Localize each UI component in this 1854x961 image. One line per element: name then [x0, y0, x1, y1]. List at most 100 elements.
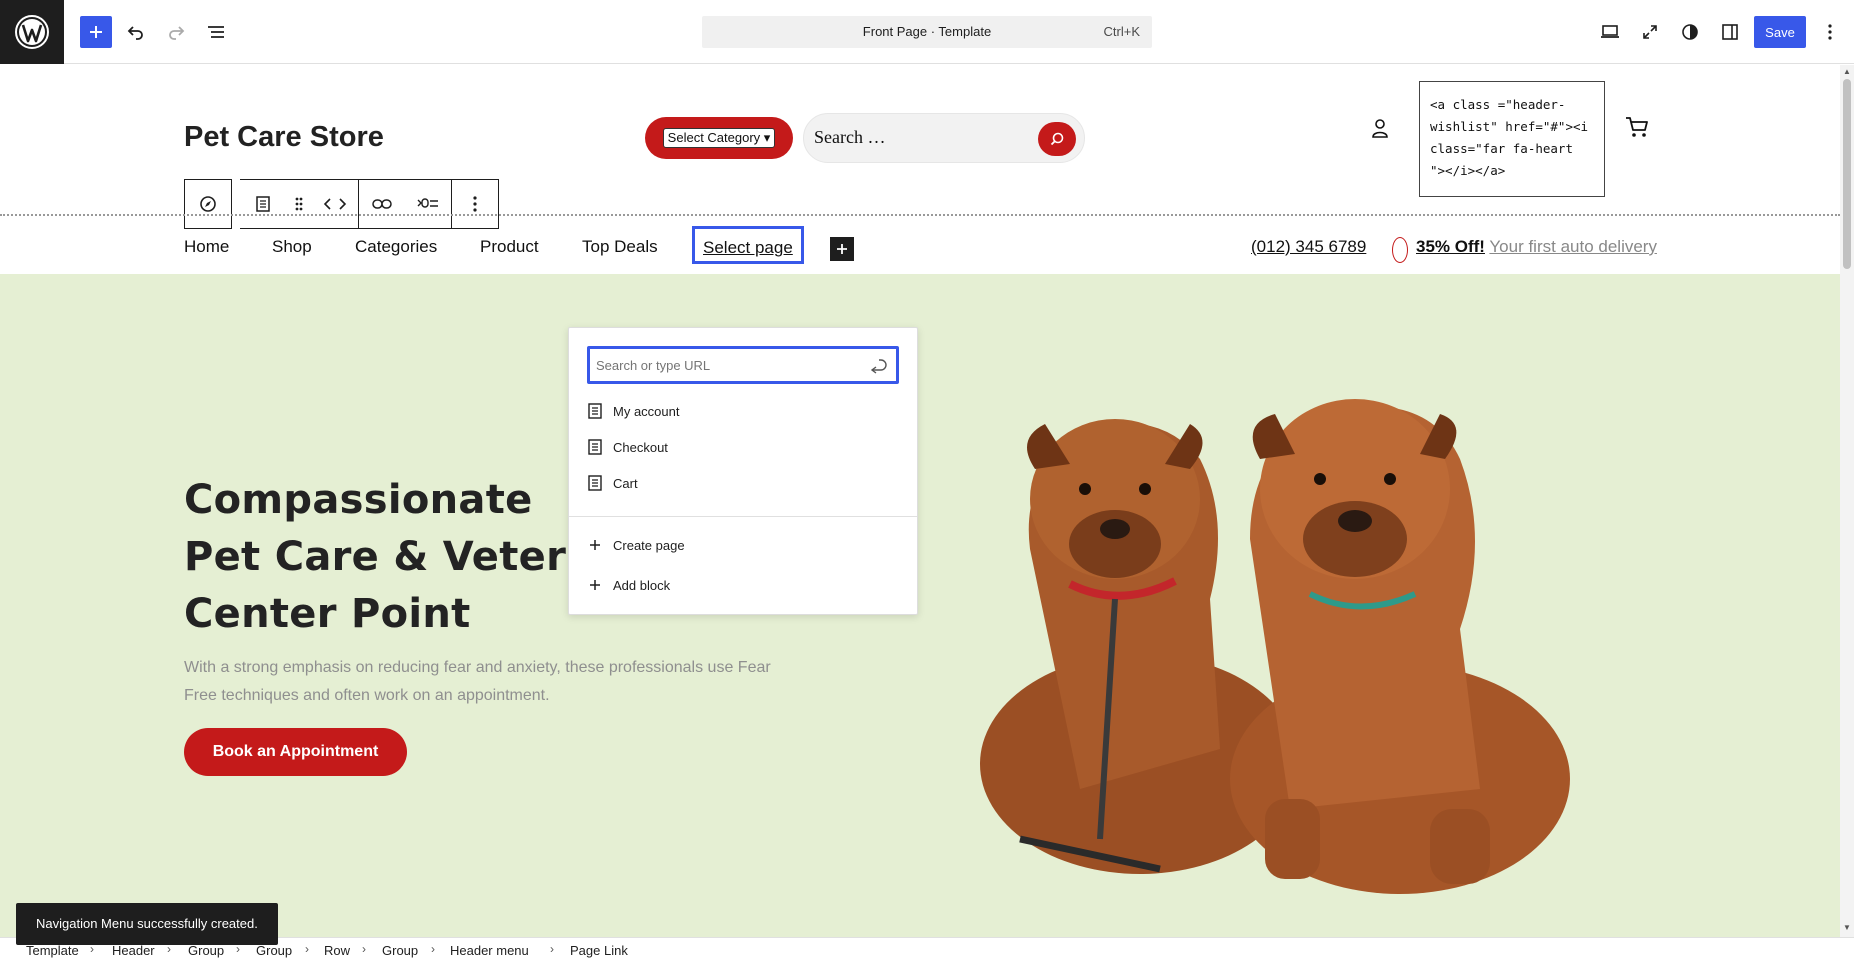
- drag-handle[interactable]: [286, 180, 312, 228]
- block-options-button[interactable]: [452, 180, 498, 228]
- header-boundary-line: [0, 214, 1840, 216]
- breadcrumb-item[interactable]: Row: [324, 943, 350, 958]
- breadcrumb-item[interactable]: Header: [112, 943, 155, 958]
- expand-icon: [1643, 25, 1657, 39]
- search-placeholder: Search …: [814, 127, 886, 147]
- scroll-down-icon[interactable]: ▼: [1842, 923, 1852, 933]
- selected-page-link-label: Select page: [703, 238, 793, 257]
- options-menu-button[interactable]: [1812, 14, 1848, 50]
- block-toolbar-parent-group: [184, 179, 232, 229]
- plus-icon: [90, 26, 102, 38]
- add-block-action-button[interactable]: Add block: [587, 574, 670, 596]
- undo-button[interactable]: [118, 14, 154, 50]
- snackbar-notice[interactable]: Navigation Menu successfully created.: [16, 903, 278, 945]
- move-left-right-button[interactable]: [312, 180, 358, 228]
- dogs-image[interactable]: [960, 369, 1600, 894]
- editor-top-bar: Front Page · Template Ctrl+K Save: [0, 0, 1854, 64]
- scroll-up-icon[interactable]: ▲: [1842, 67, 1852, 77]
- contrast-icon: [1682, 24, 1698, 40]
- url-input[interactable]: [596, 355, 856, 375]
- url-search-field[interactable]: [587, 346, 899, 384]
- link-button[interactable]: [359, 180, 405, 228]
- chevron-right-icon: ›: [362, 942, 366, 956]
- search-icon: [1050, 132, 1064, 146]
- editor-canvas: Pet Care Store Select Category ▾ Search …: [0, 65, 1840, 937]
- page-icon: [587, 403, 603, 419]
- link-control-popover: My account Checkout Cart Create page Add…: [568, 327, 918, 615]
- breadcrumb-item[interactable]: Header menu: [450, 943, 529, 958]
- create-page-button[interactable]: Create page: [587, 534, 685, 556]
- command-palette-bar[interactable]: Front Page · Template Ctrl+K: [702, 16, 1152, 48]
- product-search-field[interactable]: Search …: [803, 113, 1085, 163]
- link-icon: [372, 199, 392, 209]
- hero-description[interactable]: With a strong emphasis on reducing fear …: [184, 654, 784, 710]
- search-button[interactable]: [1038, 122, 1076, 156]
- drag-icon: [295, 197, 303, 211]
- suggestion-label: Checkout: [613, 439, 668, 455]
- chevron-right-icon: ›: [305, 942, 309, 956]
- save-button[interactable]: Save: [1754, 16, 1806, 48]
- nav-item-home[interactable]: Home: [184, 237, 229, 257]
- more-vertical-icon: [1828, 24, 1832, 40]
- scroll-thumb[interactable]: [1843, 79, 1851, 269]
- account-link[interactable]: [1370, 117, 1390, 144]
- suggestion-label: My account: [613, 403, 680, 419]
- deal-badge-icon: [1392, 237, 1408, 263]
- block-toolbar-main-group: [240, 179, 359, 229]
- page-link-block-button[interactable]: [240, 180, 286, 228]
- settings-sidebar-button[interactable]: [1712, 14, 1748, 50]
- suggestion-label: Cart: [613, 475, 638, 491]
- suggestion-checkout[interactable]: Checkout: [587, 436, 668, 458]
- phone-link[interactable]: (012) 345 6789: [1251, 237, 1366, 257]
- nav-item-shop[interactable]: Shop: [272, 237, 312, 257]
- page-icon: [587, 475, 603, 491]
- chevron-right-icon: ›: [550, 942, 554, 956]
- navigation-block-button[interactable]: [185, 180, 231, 228]
- hero-section: Compassionate Pet Care & Veterinary Cent…: [0, 274, 1840, 937]
- canvas-scrollbar[interactable]: ▲ ▼: [1840, 65, 1854, 937]
- submenu-icon: [417, 198, 438, 208]
- selected-page-link[interactable]: Select page: [692, 226, 804, 264]
- document-title: Front Page · Template: [862, 24, 992, 39]
- nav-item-top-deals[interactable]: Top Deals: [582, 237, 658, 257]
- breadcrumb-item[interactable]: Template: [26, 943, 79, 958]
- deal-highlight[interactable]: 35% Off!: [1416, 237, 1485, 256]
- more-vertical-icon: [473, 196, 477, 212]
- breadcrumb-item[interactable]: Group: [256, 943, 292, 958]
- nav-item-categories[interactable]: Categories: [355, 237, 437, 257]
- add-submenu-button[interactable]: [405, 180, 451, 228]
- book-appointment-button[interactable]: Book an Appointment: [184, 728, 407, 776]
- desktop-icon: [1601, 25, 1619, 38]
- chevron-right-icon: ›: [431, 942, 435, 956]
- breadcrumb-item[interactable]: Group: [188, 943, 224, 958]
- redo-button[interactable]: [158, 14, 194, 50]
- site-title[interactable]: Pet Care Store: [184, 121, 384, 154]
- custom-html-block[interactable]: <a class ="header-wishlist" href="#"><i …: [1419, 81, 1605, 197]
- undo-icon: [127, 26, 143, 40]
- block-toolbar-link-group: [359, 179, 452, 229]
- plus-icon: [587, 577, 603, 593]
- compass-icon: [200, 196, 216, 212]
- cart-link[interactable]: [1624, 115, 1650, 144]
- styles-button[interactable]: [1672, 14, 1708, 50]
- cart-icon: [1626, 117, 1648, 137]
- deal-text: 35% Off! Your first auto delivery: [1416, 237, 1657, 257]
- add-nav-item-button[interactable]: [830, 237, 854, 261]
- nav-item-product[interactable]: Product: [480, 237, 539, 257]
- command-shortcut: Ctrl+K: [1103, 24, 1140, 39]
- breadcrumb-item[interactable]: Group: [382, 943, 418, 958]
- plus-icon: [837, 244, 847, 254]
- page-icon: [587, 439, 603, 455]
- category-select[interactable]: Select Category ▾: [645, 117, 793, 159]
- chevron-left-right-icon: [323, 198, 347, 210]
- deal-link[interactable]: Your first auto delivery: [1489, 237, 1657, 256]
- suggestion-cart[interactable]: Cart: [587, 472, 638, 494]
- block-toolbar: [184, 179, 499, 229]
- suggestion-my-account[interactable]: My account: [587, 400, 679, 422]
- fullscreen-button[interactable]: [1632, 14, 1668, 50]
- device-preview-button[interactable]: [1592, 14, 1628, 50]
- add-block-button[interactable]: [80, 16, 112, 48]
- enter-icon[interactable]: [870, 356, 888, 374]
- wordpress-logo-button[interactable]: [0, 0, 64, 64]
- document-overview-button[interactable]: [198, 14, 234, 50]
